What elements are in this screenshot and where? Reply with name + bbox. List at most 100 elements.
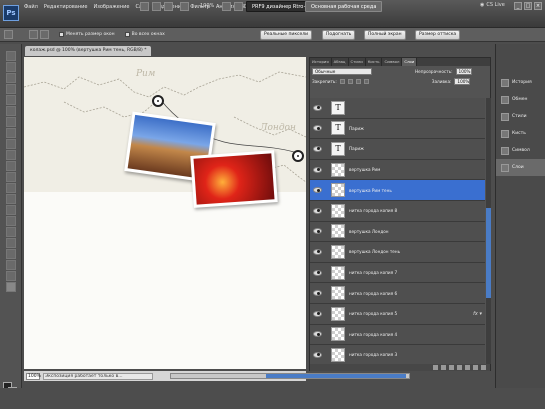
menu-item-0[interactable]: Файл [24, 4, 38, 10]
eraser-tool-icon[interactable] [6, 161, 16, 171]
layer-row[interactable]: нитка города копия 7 [310, 262, 485, 284]
3d-rotate-tool-icon[interactable] [6, 249, 16, 259]
dock-item-4[interactable]: Символ [496, 142, 545, 159]
dock-item-2[interactable]: Стили [496, 108, 545, 125]
zoom-tool-icon[interactable] [6, 282, 16, 292]
zoom-level-select[interactable]: 100% [200, 3, 214, 12]
blur-tool-icon[interactable] [6, 183, 16, 193]
minimize-icon[interactable]: _ [514, 2, 522, 10]
screen-mode-icon[interactable] [234, 2, 243, 11]
layer-row[interactable]: вертушка Рим [310, 159, 485, 181]
pen-tool-icon[interactable] [6, 205, 16, 215]
layer-row[interactable]: вертушка Лондон [310, 221, 485, 243]
actual-pixels-button[interactable]: Реальные пиксели [260, 30, 313, 40]
zoom-field[interactable]: 100% [26, 372, 41, 380]
dock-item-1[interactable]: Обмен [496, 91, 545, 108]
menu-item-1[interactable]: Редактирование [44, 4, 88, 10]
arrange-documents-icon[interactable] [222, 2, 231, 11]
layer-row[interactable]: вертушка Лондон тень [310, 242, 485, 263]
panel-tab-0[interactable]: История [310, 58, 332, 66]
panel-tab-1[interactable]: Абзац [332, 58, 349, 66]
workspace-main-tab[interactable]: Основная рабочая среда [305, 1, 383, 12]
new-layer-icon[interactable] [473, 365, 478, 370]
zoom-icon[interactable] [180, 2, 189, 11]
group-icon[interactable] [465, 365, 470, 370]
quick-selection-tool-icon[interactable] [6, 84, 16, 94]
zoom-in-icon[interactable] [29, 30, 38, 39]
visibility-eye-icon[interactable] [313, 310, 322, 317]
blend-mode-select[interactable]: Обычные [312, 67, 372, 75]
layer-row[interactable]: T [310, 98, 485, 119]
panel-tab-5[interactable]: Слои [402, 58, 418, 66]
path-selection-tool-icon[interactable] [6, 227, 16, 237]
visibility-eye-icon[interactable] [313, 125, 322, 132]
fill-field[interactable]: 100% [454, 77, 471, 85]
lock-position-icon[interactable] [355, 78, 361, 84]
layer-row[interactable]: нитка города копия 4 [310, 324, 485, 346]
history-brush-tool-icon[interactable] [6, 150, 16, 160]
opacity-field[interactable]: 100% [455, 67, 472, 75]
layer-row[interactable]: нитка города копия 8 [310, 200, 485, 222]
fx-icon[interactable] [441, 365, 446, 370]
layer-effects-icon[interactable]: fx ▾ [473, 311, 482, 317]
document-canvas[interactable]: Рим Лондон [24, 57, 306, 369]
layer-row[interactable]: нитка города копия 5 fx ▾ [310, 303, 485, 325]
visibility-eye-icon[interactable] [313, 331, 322, 338]
marquee-tool-icon[interactable] [6, 62, 16, 72]
adjustment-icon[interactable] [457, 365, 462, 370]
lock-image-icon[interactable] [347, 78, 353, 84]
lock-transparent-icon[interactable] [339, 78, 345, 84]
print-size-button[interactable]: Размер оттиска [415, 30, 461, 40]
document-tab[interactable]: колаж.psd @ 100% (вертушка Рим тень, RGB… [25, 46, 152, 56]
eyedropper-tool-icon[interactable] [6, 106, 16, 116]
fill-screen-button[interactable]: Полный экран [364, 30, 406, 40]
panel-tab-3[interactable]: Кисть [366, 58, 383, 66]
panel-tab-4[interactable]: Символ [382, 58, 403, 66]
layer-row[interactable]: нитка города копия 6 [310, 283, 485, 304]
visibility-eye-icon[interactable] [313, 207, 322, 214]
type-tool-icon[interactable] [6, 216, 16, 226]
close-icon[interactable]: × [534, 2, 542, 10]
fit-screen-button[interactable]: Подогнать [322, 30, 356, 40]
visibility-eye-icon[interactable] [313, 269, 322, 276]
layer-row[interactable]: вертушка Рим тень [310, 180, 485, 201]
bridge-icon[interactable] [140, 2, 149, 11]
move-tool-icon[interactable] [6, 51, 16, 61]
layers-scrollbar[interactable] [486, 98, 491, 364]
panel-tab-2[interactable]: Стили [349, 58, 366, 66]
visibility-eye-icon[interactable] [313, 104, 322, 111]
zoom-out-icon[interactable] [40, 30, 49, 39]
layer-row[interactable]: T Париж [310, 139, 485, 160]
menu-item-2[interactable]: Изображение [93, 4, 129, 10]
layers-scroll-thumb[interactable] [486, 208, 491, 298]
minibridge-icon[interactable] [152, 2, 161, 11]
visibility-eye-icon[interactable] [313, 290, 322, 297]
visibility-eye-icon[interactable] [313, 187, 322, 194]
mask-icon[interactable] [449, 365, 454, 370]
dock-item-5[interactable]: Слои [496, 159, 545, 176]
gradient-tool-icon[interactable] [6, 172, 16, 182]
visibility-eye-icon[interactable] [313, 351, 322, 358]
3d-orbit-tool-icon[interactable] [6, 260, 16, 270]
extras-icon[interactable] [164, 2, 173, 11]
cs-live[interactable]: ◉ CS Live [480, 2, 505, 8]
crop-tool-icon[interactable] [6, 95, 16, 105]
visibility-eye-icon[interactable] [313, 248, 322, 255]
maximize-icon[interactable]: □ [524, 2, 532, 10]
dock-item-3[interactable]: Кисть [496, 125, 545, 142]
clone-stamp-tool-icon[interactable] [6, 139, 16, 149]
visibility-eye-icon[interactable] [313, 228, 322, 235]
shape-tool-icon[interactable] [6, 238, 16, 248]
link-layers-icon[interactable] [433, 365, 438, 370]
dodge-tool-icon[interactable] [6, 194, 16, 204]
hand-tool-icon[interactable] [6, 271, 16, 281]
visibility-eye-icon[interactable] [313, 145, 322, 152]
zoom-tool-icon[interactable] [4, 30, 13, 39]
horizontal-scrollbar[interactable] [170, 373, 410, 379]
delete-layer-icon[interactable] [481, 365, 486, 370]
dock-item-0[interactable]: История [496, 74, 545, 91]
layer-row[interactable]: нитка города копия 3 [310, 345, 485, 364]
healing-tool-icon[interactable] [6, 117, 16, 127]
all-windows-checkbox[interactable]: Во всех окнах [124, 32, 165, 37]
horizontal-scroll-thumb[interactable] [266, 374, 406, 378]
